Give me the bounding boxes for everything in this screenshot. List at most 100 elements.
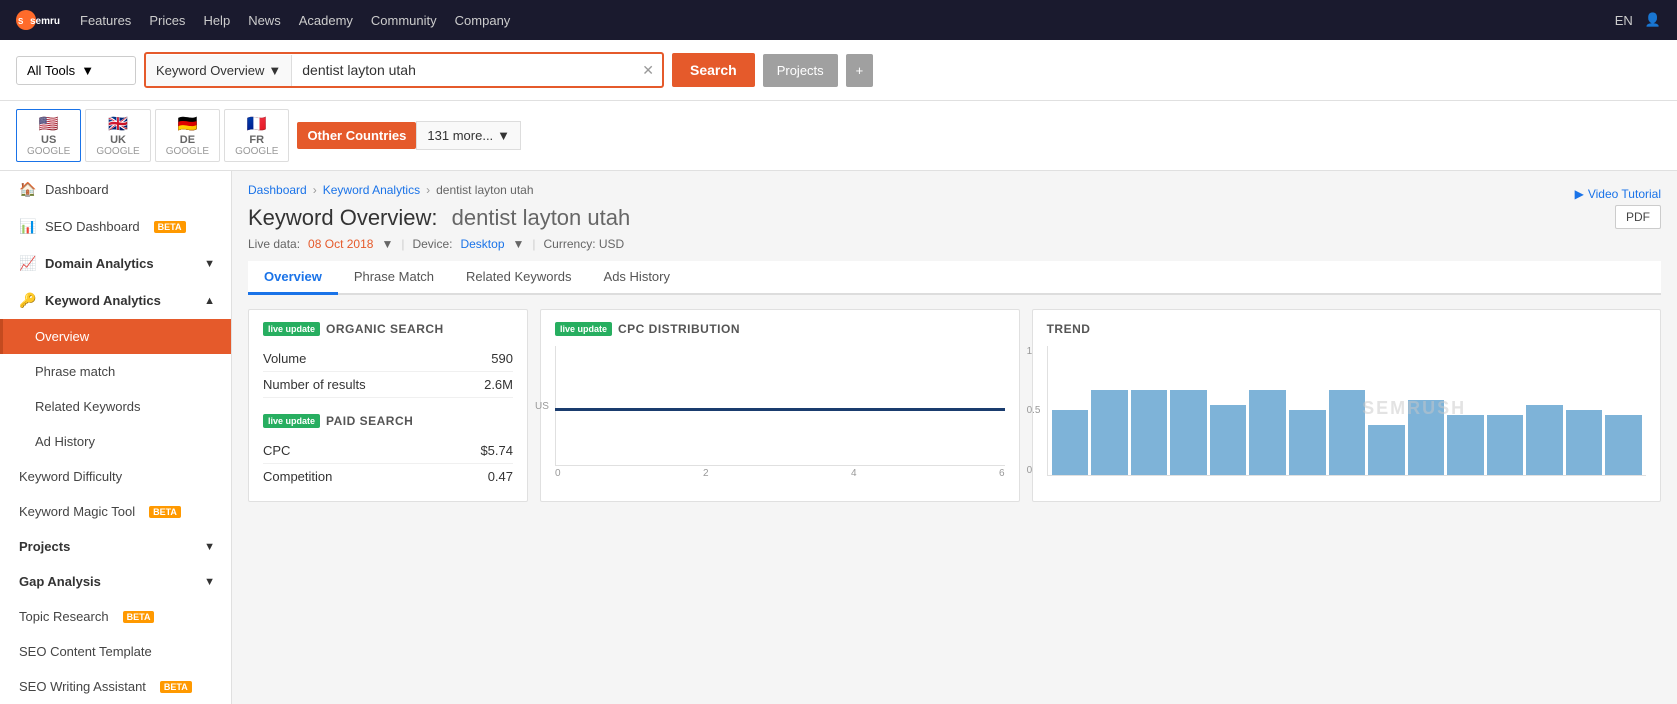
organic-search-header: live update ORGANIC SEARCH: [263, 322, 513, 336]
page-title-row: Keyword Overview: dentist layton utah PD…: [248, 205, 1661, 231]
competition-stat: Competition 0.47: [263, 464, 513, 489]
trend-bar: [1487, 415, 1524, 475]
tab-ads-history[interactable]: Ads History: [588, 261, 686, 295]
other-countries-section: Other Countries 131 more... ▼: [297, 121, 521, 150]
live-data-row: Live data: 08 Oct 2018 ▼ | Device: Deskt…: [248, 237, 1661, 251]
main-content: Dashboard › Keyword Analytics › dentist …: [232, 171, 1677, 704]
flag-de[interactable]: 🇩🇪 DE GOOGLE: [155, 109, 220, 162]
sidebar-item-domain-analytics[interactable]: 📈 Domain Analytics ▼: [0, 245, 231, 282]
pdf-button[interactable]: PDF: [1615, 205, 1661, 229]
sidebar-item-seo-writing-assistant[interactable]: SEO Writing Assistant BETA: [0, 669, 231, 704]
sidebar: 🏠 Dashboard 📊 SEO Dashboard BETA 📈 Domai…: [0, 171, 232, 704]
play-icon: ▶: [1575, 187, 1584, 201]
keyword-analytics-arrow-icon: ▲: [204, 295, 215, 307]
nav-company[interactable]: Company: [455, 13, 511, 28]
svg-text:semrush: semrush: [30, 16, 60, 27]
trend-bar: [1605, 415, 1642, 475]
sidebar-item-keyword-magic[interactable]: Keyword Magic Tool BETA: [0, 494, 231, 529]
projects-button[interactable]: Projects: [763, 54, 838, 87]
flag-fr[interactable]: 🇫🇷 FR GOOGLE: [224, 109, 289, 162]
volume-stat: Volume 590: [263, 346, 513, 372]
date-arrow: ▼: [381, 237, 393, 251]
sidebar-item-seo-content-template[interactable]: SEO Content Template: [0, 634, 231, 669]
sidebar-item-projects[interactable]: Projects ▼: [0, 529, 231, 564]
other-countries-chevron-icon: ▼: [497, 128, 510, 143]
video-tutorial-link[interactable]: ▶ Video Tutorial: [1575, 187, 1661, 201]
breadcrumb-dashboard[interactable]: Dashboard: [248, 183, 307, 197]
home-icon: 🏠: [19, 181, 35, 198]
tab-overview[interactable]: Overview: [248, 261, 338, 295]
clear-button[interactable]: ✕: [634, 58, 662, 83]
keyword-dropdown-arrow: ▼: [268, 63, 281, 78]
nav-community[interactable]: Community: [371, 13, 437, 28]
semrush-logo-icon: S semrush: [16, 9, 60, 31]
cpc-bar-area: [555, 346, 1005, 466]
cpc-line: [555, 408, 1005, 411]
trend-bar: [1329, 390, 1366, 475]
trend-bar: [1249, 390, 1286, 475]
svg-text:S: S: [18, 17, 24, 26]
search-input[interactable]: [292, 54, 634, 86]
search-container: Keyword Overview ▼ ✕: [144, 52, 664, 88]
trend-bar: [1368, 425, 1405, 475]
nav-news[interactable]: News: [248, 13, 281, 28]
sidebar-item-keyword-analytics[interactable]: 🔑 Keyword Analytics ▲: [0, 282, 231, 319]
lang-selector[interactable]: EN: [1615, 13, 1633, 28]
tab-related-keywords[interactable]: Related Keywords: [450, 261, 588, 295]
cpc-axis-labels: 0 2 4 6: [555, 468, 1005, 479]
trend-header: TREND: [1047, 322, 1646, 336]
trend-bar: [1566, 410, 1603, 475]
projects-arrow-icon: ▼: [204, 541, 215, 553]
tab-phrase-match[interactable]: Phrase Match: [338, 261, 450, 295]
search-button[interactable]: Search: [672, 53, 755, 87]
add-project-button[interactable]: +: [846, 54, 874, 87]
breadcrumb-current: dentist layton utah: [436, 183, 533, 197]
cpc-chart: US: [555, 346, 1005, 466]
domain-analytics-arrow-icon: ▼: [204, 258, 215, 270]
sidebar-item-ad-history[interactable]: Ad History: [0, 424, 231, 459]
sidebar-item-seo-dashboard[interactable]: 📊 SEO Dashboard BETA: [0, 208, 231, 245]
nav-prices[interactable]: Prices: [149, 13, 185, 28]
date-selector[interactable]: 08 Oct 2018: [308, 237, 373, 251]
organic-search-panel: live update ORGANIC SEARCH Volume 590 Nu…: [248, 309, 528, 502]
nav-features[interactable]: Features: [80, 13, 131, 28]
device-arrow: ▼: [513, 237, 525, 251]
content-tabs: Overview Phrase Match Related Keywords A…: [248, 261, 1661, 295]
nav-help[interactable]: Help: [203, 13, 230, 28]
trend-bar: [1052, 410, 1089, 475]
sidebar-item-dashboard[interactable]: 🏠 Dashboard: [0, 171, 231, 208]
trend-bar: [1170, 390, 1207, 475]
breadcrumb: Dashboard › Keyword Analytics › dentist …: [248, 183, 534, 197]
trend-bar: [1526, 405, 1563, 475]
other-countries-button[interactable]: Other Countries: [297, 122, 416, 149]
sidebar-item-keyword-difficulty[interactable]: Keyword Difficulty: [0, 459, 231, 494]
semrush-watermark: SEMRUSH: [1362, 398, 1466, 419]
trend-chart: 1 0.5 0 SEMRUSH: [1047, 346, 1646, 476]
dropdown-chevron-icon: ▼: [81, 63, 94, 78]
sidebar-item-topic-research[interactable]: Topic Research BETA: [0, 599, 231, 634]
flag-uk[interactable]: 🇬🇧 UK GOOGLE: [85, 109, 150, 162]
sidebar-item-overview[interactable]: Overview: [0, 319, 231, 354]
gap-analysis-arrow-icon: ▼: [204, 576, 215, 588]
keyword-dropdown[interactable]: Keyword Overview ▼: [146, 55, 292, 86]
domain-analytics-icon: 📈: [19, 255, 35, 272]
logo: S semrush: [16, 9, 60, 31]
user-icon[interactable]: 👤: [1645, 12, 1661, 28]
sidebar-item-related-keywords[interactable]: Related Keywords: [0, 389, 231, 424]
flag-us[interactable]: 🇺🇸 US GOOGLE: [16, 109, 81, 162]
trend-bar: [1447, 415, 1484, 475]
countries-count-dropdown[interactable]: 131 more... ▼: [416, 121, 521, 150]
paid-search-header: live update PAID SEARCH: [263, 414, 513, 428]
cpc-stat: CPC $5.74: [263, 438, 513, 464]
sidebar-item-gap-analysis[interactable]: Gap Analysis ▼: [0, 564, 231, 599]
keyword-analytics-icon: 🔑: [19, 292, 35, 309]
sidebar-item-phrase-match[interactable]: Phrase match: [0, 354, 231, 389]
all-tools-dropdown[interactable]: All Tools ▼: [16, 56, 136, 85]
top-nav: S semrush Features Prices Help News Acad…: [0, 0, 1677, 40]
device-selector[interactable]: Desktop: [460, 237, 504, 251]
panels-row: live update ORGANIC SEARCH Volume 590 Nu…: [248, 309, 1661, 502]
nav-academy[interactable]: Academy: [299, 13, 353, 28]
breadcrumb-keyword-analytics[interactable]: Keyword Analytics: [323, 183, 420, 197]
page-title: Keyword Overview: dentist layton utah: [248, 205, 630, 231]
cpc-distribution-panel: live update CPC DISTRIBUTION US 0 2 4 6: [540, 309, 1020, 502]
